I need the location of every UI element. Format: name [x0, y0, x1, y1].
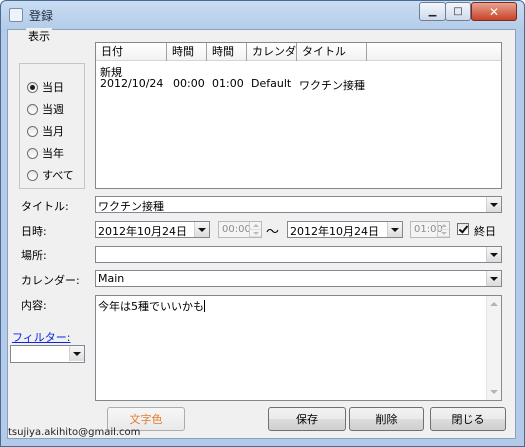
column-header-title[interactable]: タイトル [297, 43, 367, 61]
radio-label: 当月 [42, 125, 64, 138]
dropdown-button[interactable] [194, 222, 209, 237]
start-time-field[interactable]: 00:00 [218, 221, 262, 238]
radio-button[interactable] [27, 103, 38, 115]
chevron-down-icon [73, 351, 81, 356]
radio-this-year[interactable]: 当年 [27, 145, 64, 161]
place-combobox[interactable] [95, 246, 502, 263]
end-time-spinner[interactable] [437, 222, 449, 237]
content-label: 内容: [21, 299, 47, 312]
radio-this-week[interactable]: 当週 [27, 101, 64, 117]
display-group-legend: 表示 [26, 28, 52, 44]
radio-label: すべて [42, 169, 74, 182]
end-time-field[interactable]: 01:00 [410, 221, 450, 238]
range-separator: ～ [266, 225, 280, 240]
end-date-picker[interactable]: 2012年10月24日 [287, 221, 403, 238]
chevron-down-icon [391, 227, 399, 232]
filter-combobox[interactable] [10, 345, 85, 363]
close-icon: ✕ [488, 4, 500, 19]
app-icon [9, 8, 23, 22]
content-text: 今年は5種でいいかも [98, 298, 205, 314]
column-header-end-time[interactable]: 時間 [207, 43, 247, 61]
minimize-button[interactable]: ▁ [419, 2, 446, 21]
close-window-button[interactable]: ✕ [471, 2, 517, 21]
radio-label: 当日 [42, 81, 64, 94]
start-date-value: 2012年10月24日 [98, 225, 187, 238]
calendar-value: Main [98, 272, 125, 285]
spin-down-icon[interactable] [438, 230, 449, 237]
place-label: 場所: [21, 249, 47, 262]
dropdown-button[interactable] [486, 247, 501, 262]
minimize-icon: ▁ [428, 6, 437, 17]
column-header-start-time[interactable]: 時間 [167, 43, 207, 61]
allday-label: 終日 [474, 225, 496, 238]
start-time-value: 00:00 [222, 224, 251, 235]
radio-this-month[interactable]: 当月 [27, 123, 64, 139]
content-textarea[interactable]: 今年は5種でいいかも [95, 295, 502, 401]
end-date-value: 2012年10月24日 [290, 225, 379, 238]
save-button[interactable]: 保存 [268, 407, 346, 431]
filter-link[interactable]: フィルター: [12, 329, 71, 345]
maximize-button[interactable]: □ [445, 2, 471, 21]
allday-checkbox[interactable] [457, 223, 469, 235]
start-date-picker[interactable]: 2012年10月24日 [95, 221, 210, 238]
calendar-label: カレンダー: [21, 274, 80, 287]
cell-title: ワクチン接種 [299, 79, 365, 92]
spin-up-icon[interactable] [250, 222, 261, 230]
list-item[interactable]: 2012/10/24 00:00 01:00 Default ワクチン接種 [100, 77, 365, 93]
datetime-label: 日時: [21, 225, 47, 238]
radio-button[interactable] [27, 147, 38, 159]
radio-button[interactable] [27, 125, 38, 137]
chevron-down-icon [490, 252, 498, 257]
title-label: タイトル: [21, 200, 69, 213]
scroll-down-icon[interactable] [490, 390, 498, 394]
chevron-down-icon [490, 202, 498, 207]
column-header-date[interactable]: 日付 [96, 43, 167, 61]
radio-today[interactable]: 当日 [27, 79, 64, 95]
delete-button[interactable]: 削除 [349, 407, 424, 431]
dropdown-button[interactable] [486, 271, 501, 286]
radio-label: 当年 [42, 147, 64, 160]
content-scrollbar[interactable] [486, 296, 501, 400]
maximize-icon: □ [453, 6, 463, 17]
title-value: ワクチン接種 [98, 200, 164, 213]
radio-all[interactable]: すべて [27, 167, 74, 183]
text-caret [204, 300, 205, 312]
chevron-down-icon [198, 227, 206, 232]
chevron-down-icon [490, 276, 498, 281]
close-button[interactable]: 閉じる [430, 407, 506, 431]
schedule-listview[interactable]: 日付 時間 時間 カレンダ タイトル 新規 2012/10/24 00:00 0… [95, 42, 502, 189]
spin-up-icon[interactable] [438, 222, 449, 230]
spin-down-icon[interactable] [250, 230, 261, 237]
dropdown-button[interactable] [486, 197, 501, 212]
start-time-spinner[interactable] [249, 222, 261, 237]
listview-header: 日付 時間 時間 カレンダ タイトル [96, 43, 501, 61]
radio-button[interactable] [27, 169, 38, 181]
radio-label: 当週 [42, 103, 64, 116]
author-email: tsujiya.akihito@gmail.com [8, 427, 141, 438]
cell-date: 2012/10/24 [100, 77, 164, 90]
title-combobox[interactable]: ワクチン接種 [95, 196, 502, 213]
scroll-up-icon[interactable] [490, 302, 498, 306]
window-title: 登録 [29, 9, 54, 23]
column-header-calendar[interactable]: カレンダ [247, 43, 297, 61]
cell-calendar: Default [251, 77, 292, 90]
dropdown-button[interactable] [69, 346, 84, 361]
dropdown-button[interactable] [387, 222, 402, 237]
title-bar[interactable]: 登録 ▁ □ ✕ [1, 1, 524, 29]
calendar-combobox[interactable]: Main [95, 270, 502, 287]
cell-end-time: 01:00 [212, 77, 244, 90]
cell-start-time: 00:00 [173, 77, 205, 90]
radio-button-checked[interactable] [27, 81, 38, 93]
content-value: 今年は5種でいいかも [98, 300, 204, 313]
